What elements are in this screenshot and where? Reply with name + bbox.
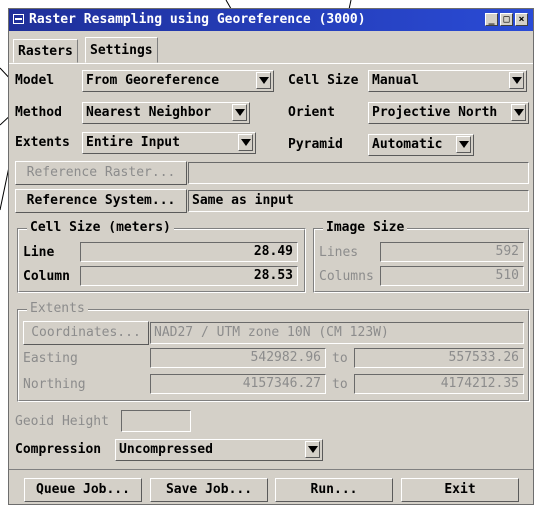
reference-system-value: Same as input bbox=[192, 193, 294, 208]
image-size-group-title: Image Size bbox=[323, 220, 408, 235]
close-icon[interactable]: × bbox=[515, 13, 528, 26]
reference-system-button[interactable]: Reference System... bbox=[15, 189, 187, 213]
line-value[interactable]: 28.49 bbox=[80, 242, 298, 262]
queue-job-button[interactable]: Queue Job... bbox=[24, 478, 142, 502]
separator bbox=[9, 469, 533, 470]
system-menu-icon[interactable] bbox=[13, 14, 24, 24]
coordinates-value: NAD27 / UTM zone 10N (CM 123W) bbox=[154, 325, 389, 340]
coordinates-button[interactable]: Coordinates... bbox=[23, 321, 149, 345]
minimize-icon[interactable]: _ bbox=[485, 13, 498, 26]
chevron-down-icon[interactable] bbox=[256, 72, 271, 89]
tab-panel-border bbox=[9, 63, 533, 64]
extents-select[interactable]: Entire Input bbox=[82, 132, 256, 154]
method-select[interactable]: Nearest Neighbor bbox=[82, 102, 250, 124]
column-label: Column bbox=[23, 269, 70, 284]
title-bar: Raster Resampling using Georeference (30… bbox=[9, 9, 533, 31]
chevron-down-icon[interactable] bbox=[511, 104, 526, 121]
reference-raster-field[interactable] bbox=[188, 162, 529, 184]
line-label: Line bbox=[23, 245, 55, 260]
cell-size-label: Cell Size bbox=[288, 73, 359, 88]
northing-from: 4157346.27 bbox=[150, 374, 326, 394]
model-select[interactable]: From Georeference bbox=[82, 70, 274, 92]
orient-value: Projective North bbox=[372, 105, 498, 120]
coordinates-field: NAD27 / UTM zone 10N (CM 123W) bbox=[150, 322, 524, 344]
reference-raster-button[interactable]: Reference Raster... bbox=[15, 161, 187, 185]
method-label: Method bbox=[15, 105, 62, 120]
chevron-down-icon[interactable] bbox=[509, 72, 524, 89]
pyramid-label: Pyramid bbox=[288, 137, 343, 152]
save-job-button[interactable]: Save Job... bbox=[150, 478, 268, 502]
chevron-down-icon[interactable] bbox=[305, 441, 320, 458]
compression-select[interactable]: Uncompressed bbox=[115, 439, 323, 461]
chevron-down-icon[interactable] bbox=[232, 104, 247, 121]
easting-from: 542982.96 bbox=[150, 348, 326, 368]
pyramid-value: Automatic bbox=[372, 137, 443, 152]
northing-label: Northing bbox=[23, 377, 86, 392]
extents-label: Extents bbox=[15, 135, 70, 150]
dialog-window: Raster Resampling using Georeference (30… bbox=[8, 8, 534, 505]
geoid-height-label: Geoid Height bbox=[15, 414, 109, 429]
run-button[interactable]: Run... bbox=[275, 478, 393, 502]
tab-rasters[interactable]: Rasters bbox=[13, 39, 78, 63]
northing-to: 4174212.35 bbox=[354, 374, 524, 394]
lines-value: 592 bbox=[380, 242, 524, 262]
column-value[interactable]: 28.53 bbox=[80, 266, 298, 286]
extents-group-title: Extents bbox=[27, 301, 88, 316]
orient-label: Orient bbox=[288, 105, 335, 120]
compression-value: Uncompressed bbox=[119, 442, 213, 457]
lines-label: Lines bbox=[319, 245, 359, 260]
method-value: Nearest Neighbor bbox=[86, 105, 212, 120]
extents-value: Entire Input bbox=[86, 135, 180, 150]
northing-to-label: to bbox=[332, 377, 348, 392]
columns-label: Columns bbox=[319, 269, 374, 284]
pyramid-select[interactable]: Automatic bbox=[368, 134, 474, 156]
model-label: Model bbox=[15, 73, 55, 88]
columns-value: 510 bbox=[380, 266, 524, 286]
compression-label: Compression bbox=[15, 442, 102, 457]
cell-size-select[interactable]: Manual bbox=[368, 70, 527, 92]
cell-size-value: Manual bbox=[372, 73, 419, 88]
easting-to-label: to bbox=[332, 351, 348, 366]
model-value: From Georeference bbox=[86, 73, 220, 88]
chevron-down-icon[interactable] bbox=[238, 134, 253, 151]
easting-label: Easting bbox=[23, 351, 78, 366]
geoid-height-field bbox=[121, 410, 191, 432]
tab-settings[interactable]: Settings bbox=[85, 37, 158, 63]
reference-system-field[interactable]: Same as input bbox=[188, 190, 529, 212]
maximize-icon[interactable]: □ bbox=[500, 13, 513, 26]
easting-to: 557533.26 bbox=[354, 348, 524, 368]
exit-button[interactable]: Exit bbox=[401, 478, 519, 502]
chevron-down-icon[interactable] bbox=[456, 136, 471, 153]
orient-select[interactable]: Projective North bbox=[368, 102, 529, 124]
window-title: Raster Resampling using Georeference (30… bbox=[29, 12, 366, 27]
cell-size-group-title: Cell Size (meters) bbox=[27, 220, 174, 235]
